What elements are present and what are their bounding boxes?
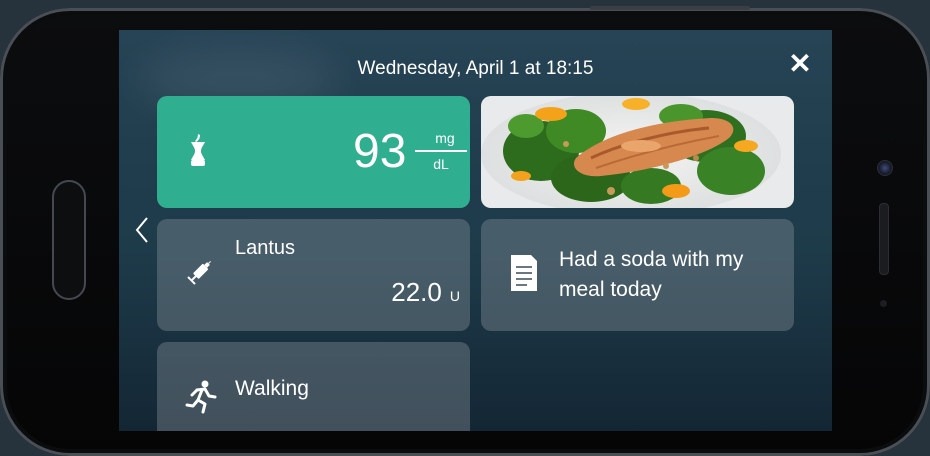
front-camera — [877, 160, 893, 176]
syringe-icon — [187, 261, 211, 285]
proximity-sensor — [880, 300, 887, 307]
insulin-card[interactable]: Lantus 22.0 U — [157, 219, 470, 331]
back-chevron-icon[interactable] — [133, 214, 153, 246]
insulin-dose: 22.0 U — [391, 277, 460, 308]
fraction-bar — [415, 150, 467, 152]
note-card[interactable]: Had a soda with my meal today — [481, 219, 794, 331]
activity-card[interactable]: Walking — [157, 342, 470, 431]
earpiece-speaker — [879, 203, 889, 275]
running-person-icon — [185, 380, 217, 414]
close-button[interactable]: ✕ — [786, 50, 814, 78]
meal-photo-card[interactable] — [481, 96, 794, 208]
glucose-value: 93 — [353, 125, 407, 178]
close-icon: ✕ — [788, 48, 812, 79]
insulin-dose-unit: U — [449, 288, 460, 304]
volume-button[interactable] — [590, 6, 750, 10]
activity-name: Walking — [235, 377, 309, 400]
note-text: Had a soda with my meal today — [559, 248, 744, 301]
home-button[interactable] — [52, 180, 86, 300]
apple-core-icon — [191, 134, 205, 166]
glucose-unit: mg dL — [415, 130, 467, 172]
note-icon — [511, 255, 537, 291]
insulin-name: Lantus — [235, 237, 296, 259]
app-screen: Wednesday, April 1 at 18:15 ✕ 93 mg dL L… — [119, 30, 832, 431]
glucose-unit-numerator: mg — [435, 130, 455, 146]
glucose-unit-denominator: dL — [433, 156, 449, 172]
insulin-dose-value: 22.0 — [391, 277, 442, 307]
meal-photo — [481, 96, 794, 208]
glucose-card[interactable]: 93 mg dL — [157, 96, 470, 208]
entry-date-header: Wednesday, April 1 at 18:15 — [357, 58, 594, 79]
